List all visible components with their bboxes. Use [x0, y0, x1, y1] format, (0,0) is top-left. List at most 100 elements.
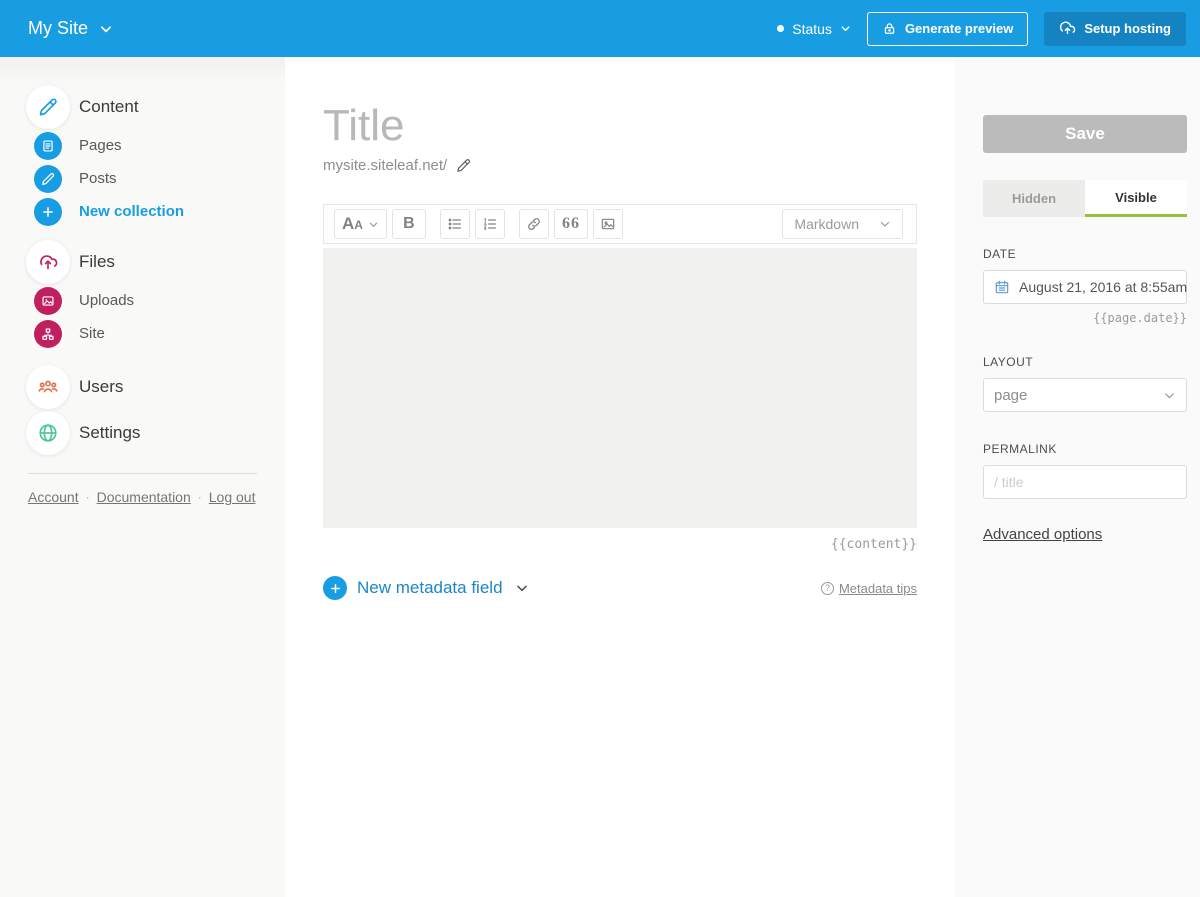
image-icon [600, 216, 616, 232]
sidebar-item-posts[interactable]: Posts [34, 162, 285, 195]
sidebar-section-label: Users [79, 377, 124, 396]
pencil-icon [26, 85, 70, 129]
sidebar-item-new-collection[interactable]: New collection [34, 195, 285, 228]
sidebar-divider [28, 473, 257, 474]
cloud-upload-icon [26, 240, 70, 284]
numbered-list-icon [482, 216, 498, 232]
sidebar-item-pages[interactable]: Pages [34, 129, 285, 162]
sidebar-section-label: Settings [79, 423, 141, 442]
sidebar-item-uploads[interactable]: Uploads [34, 284, 285, 317]
metadata-tips-label: Metadata tips [838, 580, 917, 596]
users-icon [26, 365, 70, 409]
layout-value: page [994, 386, 1028, 404]
chevron-down-icon [99, 22, 113, 36]
chevron-down-icon [840, 23, 851, 34]
date-label: DATE [983, 247, 1017, 261]
chevron-down-icon [1163, 389, 1176, 402]
new-metadata-field-button[interactable]: New metadata field [323, 576, 529, 600]
bold-label: B [403, 215, 415, 232]
sidebar-section-label: Files [79, 252, 115, 271]
editor-toolbar: Aa B 66 Markdown [323, 204, 917, 244]
settings-panel: Save Hidden Visible DATE August 21, 2016… [955, 57, 1200, 897]
layout-select[interactable]: page [983, 378, 1187, 412]
metadata-tips-link[interactable]: ? Metadata tips [820, 580, 917, 596]
title-input[interactable] [323, 99, 917, 153]
link-button[interactable] [518, 209, 549, 239]
permalink-label: PERMALINK [983, 442, 1057, 456]
sidebar-section-label: Content [79, 97, 139, 116]
save-button[interactable]: Save [983, 115, 1187, 153]
site-name: My Site [28, 18, 89, 38]
plus-icon [323, 576, 347, 600]
link-separator: · [85, 490, 90, 504]
link-icon [526, 216, 542, 232]
topbar: My Site Status Generate preview Setup ho… [0, 0, 1200, 57]
edit-url-icon[interactable] [456, 158, 471, 173]
site-url-prefix: mysite.siteleaf.net/ [323, 157, 448, 174]
sidebar-section-content[interactable]: Content [26, 85, 285, 129]
new-metadata-label: New metadata field [357, 578, 503, 597]
pencil-icon [34, 164, 62, 193]
content-token: {{content}} [830, 537, 917, 552]
sidebar-section-users[interactable]: Users [26, 365, 285, 409]
permalink-preview-row: mysite.siteleaf.net/ [323, 157, 917, 174]
sidebar-item-site[interactable]: Site [34, 317, 285, 350]
metadata-row: New metadata field ? Metadata tips [323, 576, 917, 600]
siteleaf-app: My Site Status Generate preview Setup ho… [0, 0, 1200, 897]
sitemap-icon [34, 319, 62, 348]
sidebar-section-settings[interactable]: Settings [26, 411, 285, 455]
visibility-tabs: Hidden Visible [983, 180, 1187, 217]
editor-mode-select[interactable]: Markdown [782, 209, 903, 239]
text-format-button[interactable]: Aa [334, 209, 387, 239]
status-label: Status [792, 20, 832, 37]
calendar-icon [994, 279, 1010, 295]
sidebar-item-label: New collection [79, 203, 185, 220]
generate-preview-label: Generate preview [904, 21, 1014, 36]
permalink-input[interactable] [983, 465, 1187, 499]
quote-icon: 66 [561, 215, 580, 232]
blockquote-button[interactable]: 66 [553, 209, 588, 239]
insert-image-button[interactable] [592, 209, 623, 239]
status-dropdown[interactable]: Status [777, 21, 851, 37]
sidebar-item-label: Uploads [79, 292, 135, 309]
link-separator: · [197, 490, 202, 504]
page-date-token: {{page.date}} [1093, 311, 1187, 325]
account-link[interactable]: Account [28, 489, 79, 505]
bullet-list-button[interactable] [439, 209, 470, 239]
editor-column: mysite.siteleaf.net/ Aa B [285, 57, 955, 897]
editor-content-area[interactable] [323, 248, 917, 528]
lock-icon [882, 21, 897, 36]
sidebar-section-files[interactable]: Files [26, 240, 285, 284]
sidebar: Content Pages Posts New collection Files… [0, 57, 285, 897]
tab-visible[interactable]: Visible [1085, 180, 1187, 217]
chevron-down-icon [515, 581, 529, 595]
editor-mode-value: Markdown [794, 216, 859, 232]
sidebar-footer-links: Account · Documentation · Log out [28, 489, 285, 505]
tab-hidden[interactable]: Hidden [983, 180, 1085, 217]
setup-hosting-label: Setup hosting [1084, 21, 1171, 36]
cloud-upload-icon [1059, 20, 1076, 37]
status-dot-icon [777, 25, 785, 32]
bold-button[interactable]: B [391, 209, 426, 239]
page-icon [34, 131, 62, 160]
image-icon [34, 286, 62, 315]
plus-icon [34, 197, 62, 226]
documentation-link[interactable]: Documentation [97, 489, 191, 505]
date-input[interactable]: August 21, 2016 at 8:55am [983, 270, 1187, 304]
question-icon: ? [820, 581, 834, 595]
logout-link[interactable]: Log out [209, 489, 256, 505]
sidebar-item-label: Posts [79, 170, 117, 187]
setup-hosting-button[interactable]: Setup hosting [1044, 11, 1186, 46]
advanced-options-link[interactable]: Advanced options [983, 526, 1102, 543]
sidebar-item-label: Site [79, 325, 105, 342]
generate-preview-button[interactable]: Generate preview [866, 11, 1029, 46]
bullet-list-icon [447, 216, 463, 232]
site-switcher[interactable]: My Site [28, 18, 113, 39]
format-label: Aa [342, 214, 363, 233]
globe-icon [26, 411, 70, 455]
date-value: August 21, 2016 at 8:55am [1019, 279, 1188, 295]
topbar-actions: Status Generate preview Setup hosting [777, 11, 1186, 46]
numbered-list-button[interactable] [474, 209, 505, 239]
layout-label: LAYOUT [983, 355, 1034, 369]
sidebar-item-label: Pages [79, 137, 122, 154]
